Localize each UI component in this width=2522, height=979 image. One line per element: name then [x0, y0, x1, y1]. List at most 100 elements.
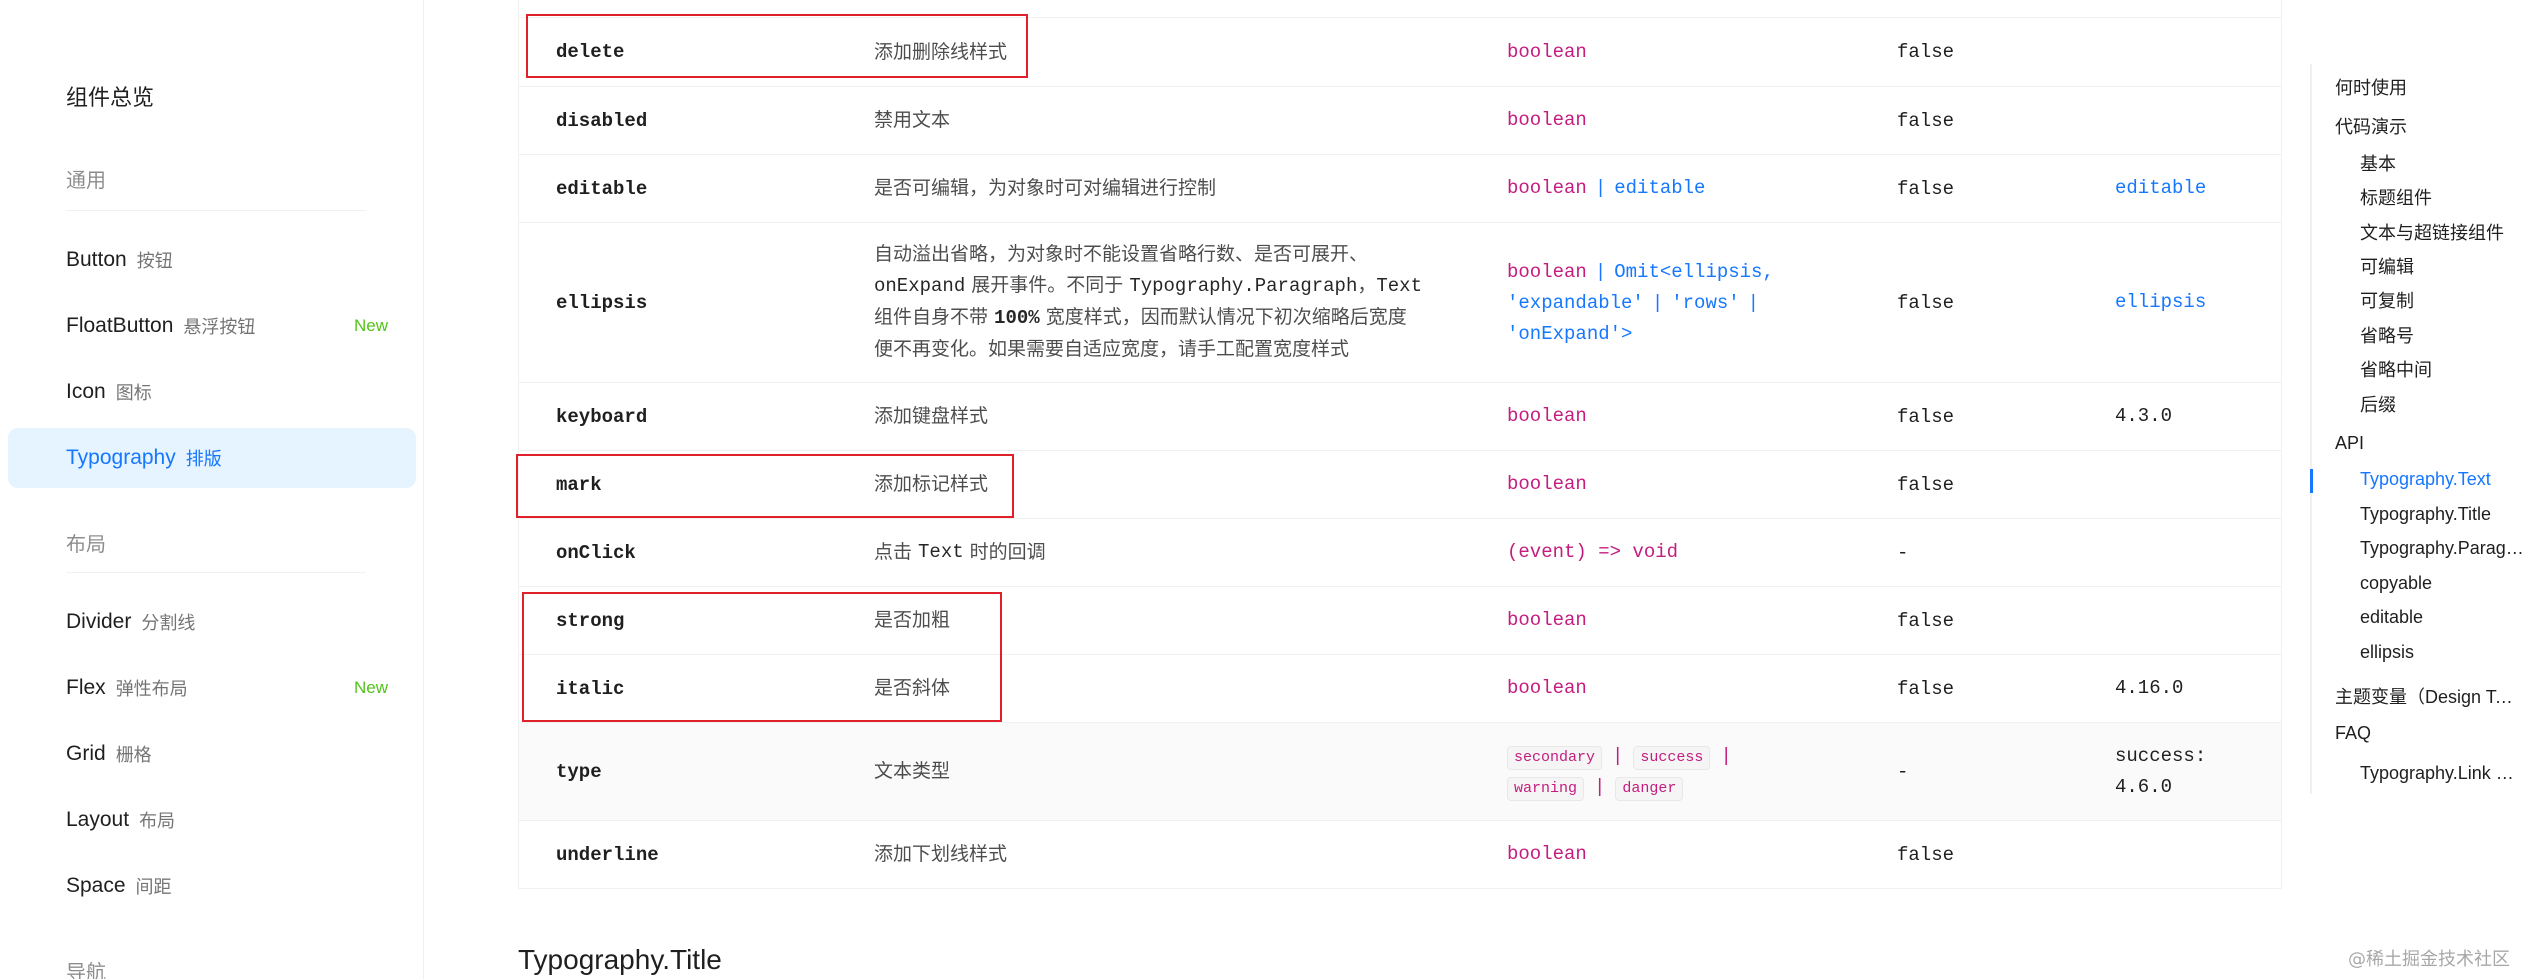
- type-line: 'expandable' | 'rows' |: [1507, 288, 1837, 319]
- sidebar-item-label: Typography: [66, 446, 176, 469]
- prop-name: keyboard: [556, 405, 648, 428]
- type-separator: |: [1720, 745, 1732, 767]
- sidebar-item-label: Icon: [66, 380, 106, 403]
- table-row-type: type 文本类型 secondary | success | warning | dan…: [519, 722, 2281, 820]
- version-link-editable[interactable]: editable: [2115, 155, 2275, 222]
- sidebar-item-cn: 栅格: [115, 745, 152, 765]
- sidebar-item-floatbutton[interactable]: FloatButton 悬浮按钮 New: [8, 296, 416, 356]
- new-badge: New: [353, 678, 388, 697]
- sidebar-item-cn: 悬浮按钮: [183, 317, 256, 337]
- prop-desc: 添加键盘样式: [874, 405, 989, 427]
- anchor-item[interactable]: 标题组件: [2360, 184, 2522, 210]
- anchor-item[interactable]: 后缀: [2360, 391, 2522, 417]
- sidebar-item-cn: 按钮: [136, 251, 173, 271]
- type-link-editable[interactable]: editable: [1614, 173, 1705, 204]
- sidebar-group-nav: 导航: [66, 962, 106, 979]
- sidebar-item-cn: 布局: [139, 811, 176, 831]
- sidebar-item-typography[interactable]: Typography 排版: [8, 428, 416, 488]
- prop-default: false: [1897, 109, 1955, 132]
- anchor-item[interactable]: 可复制: [2360, 287, 2522, 313]
- sidebar-item-cn: 间距: [135, 877, 172, 897]
- prop-type: boolean: [1507, 40, 1587, 63]
- prop-name: type: [556, 760, 602, 783]
- anchor-item[interactable]: editable: [2360, 607, 2522, 628]
- prop-name: ellipsis: [556, 291, 648, 314]
- version-line: 4.6.0: [2115, 776, 2173, 798]
- prop-name: underline: [556, 843, 659, 866]
- anchor-item[interactable]: 主题变量（Design Token）: [2335, 683, 2521, 709]
- sidebar-item-cn: 分割线: [141, 613, 196, 633]
- sidebar-item-cn: 弹性布局: [115, 679, 188, 699]
- anchor-item[interactable]: API: [2335, 433, 2521, 454]
- prop-default: -: [1897, 541, 1909, 564]
- anchor-item[interactable]: Typography.Paragraph: [2360, 538, 2522, 559]
- table-row-editable: editable 是否可编辑，为对象时可对编辑进行控制 boolean | edit…: [519, 154, 2281, 222]
- anchor-item[interactable]: ellipsis: [2360, 642, 2522, 663]
- prop-desc: 自动溢出省略，为对象时不能设置省略行数、是否可展开、 onExpand 展开事件…: [874, 239, 1434, 365]
- prop-type: boolean: [1507, 473, 1587, 495]
- type-tag: danger: [1615, 777, 1684, 801]
- sidebar-item-label: Grid: [66, 742, 106, 765]
- sidebar-item-cn: 排版: [185, 449, 222, 469]
- code-text: Text: [918, 541, 964, 563]
- prop-desc: 文本类型: [874, 760, 951, 782]
- prop-name: disabled: [556, 109, 648, 132]
- prop-desc: 是否斜体: [874, 677, 951, 699]
- type-separator: |: [1594, 776, 1606, 798]
- sidebar-item-layout[interactable]: Layout 布局: [8, 790, 416, 850]
- table-row-disabled: disabled 禁用文本 boolean false: [519, 86, 2281, 154]
- section-title: Typography.Title: [518, 944, 722, 975]
- anchor-item[interactable]: 代码演示: [2335, 113, 2521, 139]
- prop-type: boolean | editable: [1507, 155, 1837, 222]
- sidebar-group-layout: 布局: [66, 534, 106, 556]
- prop-name: onClick: [556, 541, 636, 564]
- anchor-item[interactable]: FAQ: [2335, 723, 2521, 744]
- anchor-item[interactable]: 何时使用: [2335, 74, 2521, 100]
- new-badge: New: [353, 316, 388, 335]
- prop-version: 4.3.0: [2115, 405, 2173, 427]
- prop-default: false: [1897, 405, 1955, 428]
- anchor-item[interactable]: Typography.Link 如何与 react-router 库集成？: [2360, 759, 2522, 785]
- sidebar-item-cn: 图标: [115, 383, 152, 403]
- sidebar-item-space[interactable]: Space 间距: [8, 856, 416, 916]
- prop-desc: 添加下划线样式: [874, 843, 1008, 865]
- sidebar-item-divider[interactable]: Divider 分割线: [8, 592, 416, 652]
- type-expandable: 'expandable': [1507, 292, 1644, 314]
- anchor-item[interactable]: copyable: [2360, 573, 2522, 594]
- anchor-item-active[interactable]: Typography.Text: [2360, 469, 2522, 490]
- sidebar-item-flex[interactable]: Flex 弹性布局 New: [8, 658, 416, 718]
- prop-default: -: [1897, 760, 1909, 783]
- sidebar-item-grid[interactable]: Grid 栅格: [8, 724, 416, 784]
- api-table-area: delete 添加删除线样式 boolean false disabled 禁用…: [518, 0, 2282, 979]
- anchor-item[interactable]: 省略号: [2360, 322, 2522, 348]
- desc-text: 组件自身不带: [874, 306, 995, 328]
- type-boolean: boolean: [1507, 177, 1587, 199]
- type-omit[interactable]: Omit<ellipsis,: [1614, 261, 1774, 283]
- table-row-italic: italic 是否斜体 boolean false 4.16.0: [519, 654, 2281, 722]
- table-row-delete: delete 添加删除线样式 boolean false: [519, 18, 2281, 86]
- watermark: @稀土掘金技术社区: [2348, 949, 2510, 970]
- prop-desc: 禁用文本: [874, 109, 951, 131]
- anchor-active-indicator: [2310, 469, 2313, 493]
- version-line: success:: [2115, 745, 2207, 767]
- code-onexpand: onExpand: [874, 275, 966, 297]
- prop-name: editable: [556, 177, 648, 200]
- anchor-item[interactable]: Typography.Title: [2360, 504, 2522, 525]
- sidebar-item-label: Button: [66, 248, 127, 271]
- prop-default: false: [1897, 177, 1955, 200]
- prop-type: boolean: [1507, 843, 1587, 865]
- prop-default: false: [1897, 677, 1955, 700]
- version-link-ellipsis[interactable]: ellipsis: [2115, 223, 2275, 382]
- sidebar-item-button[interactable]: Button 按钮: [8, 230, 416, 290]
- type-separator: |: [1594, 177, 1607, 199]
- anchor-item[interactable]: 省略中间: [2360, 356, 2522, 382]
- type-line: 'onExpand'>: [1507, 323, 1633, 345]
- sidebar-title[interactable]: 组件总览: [66, 80, 154, 112]
- sidebar-item-icon[interactable]: Icon 图标: [8, 362, 416, 422]
- anchor-item[interactable]: 基本: [2360, 150, 2522, 176]
- anchor-item[interactable]: 可编辑: [2360, 253, 2522, 279]
- prop-type: boolean: [1507, 677, 1587, 699]
- prop-version: success: 4.6.0: [2115, 741, 2275, 803]
- anchor-item[interactable]: 文本与超链接组件: [2360, 219, 2522, 245]
- prop-name: strong: [556, 609, 625, 632]
